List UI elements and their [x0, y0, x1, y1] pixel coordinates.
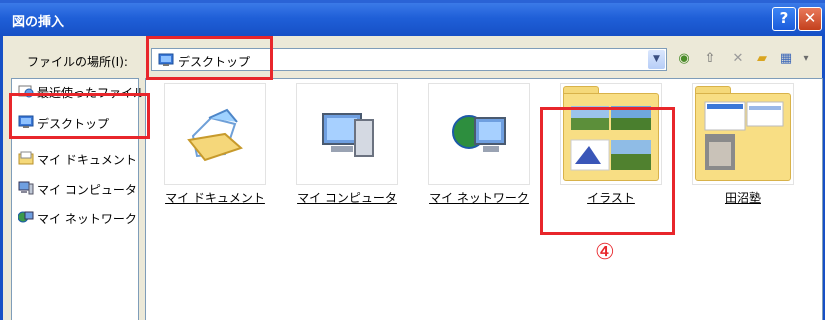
look-in-label: ファイルの場所(I): — [27, 55, 128, 69]
my-network-icon — [17, 210, 34, 227]
file-item-my-computer[interactable]: マイ コンピュータ — [286, 83, 404, 205]
chevron-down-icon[interactable]: ▼ — [648, 50, 665, 69]
my-network-icon — [452, 115, 506, 152]
views-icon[interactable]: ▦ — [777, 50, 795, 68]
my-documents-folder-icon — [187, 108, 243, 162]
thumbnail — [692, 83, 794, 185]
delete-icon[interactable]: ✕ — [729, 50, 747, 68]
place-label: マイ ドキュメント — [37, 153, 137, 167]
highlight-illust-folder — [540, 107, 675, 235]
file-label: マイ コンピュータ — [297, 191, 397, 205]
thumbnail — [164, 83, 266, 185]
file-item-my-documents[interactable]: マイ ドキュメント — [154, 83, 272, 205]
new-folder-icon[interactable]: ▰ — [753, 50, 771, 68]
dialog-toolbar: ◉ ⇧ ✕ ▰ ▦ ▾ — [671, 48, 821, 72]
document-thumbnails — [704, 101, 784, 170]
file-label: 田沼塾 — [724, 191, 761, 205]
file-list: マイ ドキュメント マイ コンピュータ マイ ネットワーク イラスト 田沼塾 — [145, 78, 823, 320]
file-label: マイ ドキュメント — [165, 191, 265, 205]
back-icon[interactable]: ◉ — [675, 50, 693, 68]
views-dropdown-icon[interactable]: ▾ — [797, 50, 815, 68]
window-title: 図の挿入 — [12, 15, 65, 30]
file-label: マイ ネットワーク — [429, 191, 529, 205]
help-button[interactable]: ? — [772, 7, 796, 31]
up-folder-icon[interactable]: ⇧ — [701, 50, 719, 68]
my-computer-icon — [18, 181, 34, 198]
title-bar: 図の挿入 ? ✕ — [0, 0, 825, 36]
highlight-look-in — [146, 36, 273, 80]
file-item-tanuma-folder[interactable]: 田沼塾 — [682, 83, 800, 205]
place-label: マイ ネットワーク — [37, 212, 137, 226]
my-computer-icon — [322, 113, 374, 157]
step-number: ④ — [595, 240, 615, 265]
thumbnail — [296, 83, 398, 185]
thumbnail — [428, 83, 530, 185]
place-label: マイ コンピュータ — [37, 183, 137, 197]
insert-picture-dialog: ファイルの場所(I): デスクトップ ▼ ◉ ⇧ ✕ ▰ ▦ ▾ 最近使ったファ… — [0, 36, 825, 320]
my-documents-icon — [18, 151, 34, 168]
close-button[interactable]: ✕ — [798, 7, 822, 31]
highlight-desktop-place — [9, 93, 150, 139]
file-item-my-network[interactable]: マイ ネットワーク — [418, 83, 536, 205]
